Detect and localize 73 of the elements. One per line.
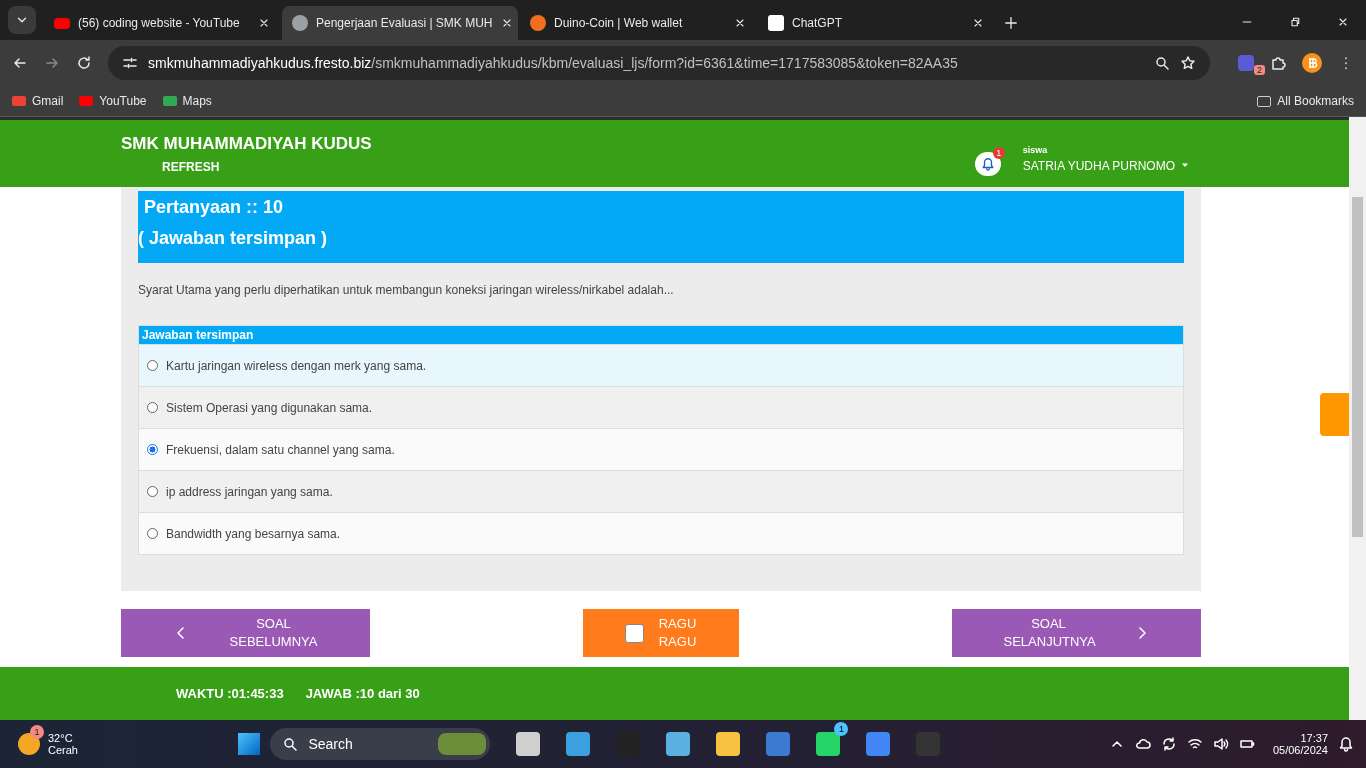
question-text: Syarat Utama yang perlu diperhatikan untuk membangun koneksi jaringan wireless/nirkabel adalah... bbox=[138, 283, 675, 297]
radio-button[interactable] bbox=[147, 444, 158, 455]
question-title: Pertanyaan :: 10 bbox=[144, 197, 285, 218]
scrollbar-thumb[interactable] bbox=[1352, 197, 1363, 537]
weather-condition: Cerah bbox=[48, 744, 78, 756]
bookmark[interactable]: YouTube bbox=[79, 94, 147, 108]
star-icon[interactable] bbox=[1180, 55, 1196, 71]
browser-tab[interactable]: ChatGPT bbox=[758, 6, 994, 40]
option-text: Bandwidth yang besarnya sama. bbox=[166, 526, 341, 541]
school-name: SMK MUHAMMADIYAH KUDUS bbox=[121, 133, 372, 154]
doubt-checkbox[interactable] bbox=[624, 623, 644, 643]
option-text: Kartu jaringan wireless dengan merk yang sama. bbox=[166, 358, 427, 373]
next-question-button[interactable]: SOAL SELANJUTNYA bbox=[952, 609, 1201, 657]
address-bar[interactable]: smkmuhammadiyahkudus.fresto.biz/smkmuhammadiyahkudus/kbm/evaluasi_ljs/form?id=6361&time=1717583085&token=82AA35 bbox=[108, 46, 1210, 80]
tab-title: ChatGPT bbox=[792, 16, 843, 30]
previous-question-button[interactable]: SOAL SEBELUMNYA bbox=[121, 609, 370, 657]
radio-button[interactable] bbox=[147, 360, 158, 371]
reload-icon[interactable] bbox=[76, 55, 92, 71]
bookmark[interactable]: Maps bbox=[162, 94, 212, 108]
radio-button[interactable] bbox=[147, 486, 158, 497]
radio-button[interactable] bbox=[147, 528, 158, 539]
bookmark[interactable]: Gmail bbox=[12, 94, 64, 108]
temperature: 32°C bbox=[48, 732, 74, 744]
bell-icon bbox=[980, 156, 995, 171]
browser-tab[interactable]: Duino-Coin | Web wallet bbox=[520, 6, 756, 40]
close-icon[interactable] bbox=[972, 17, 984, 29]
saved-status: ( Jawaban tersimpan ) bbox=[138, 228, 329, 249]
answer-option[interactable]: ip address jaringan yang sama. bbox=[139, 470, 1183, 512]
tab-title: (56) coding website - YouTube bbox=[78, 16, 241, 30]
option-text: ip address jaringan yang sama. bbox=[166, 484, 333, 499]
whatsapp-badge: 1 bbox=[834, 722, 849, 736]
sync-icon[interactable] bbox=[1160, 736, 1177, 752]
url-text: smkmuhammadiyahkudus.fresto.biz/smkmuhammadiyahkudus/kbm/evaluasi_ljs/form?id=6361&time=1717583085&token=82AA35 bbox=[148, 55, 958, 71]
close-icon[interactable] bbox=[258, 17, 270, 29]
notification-badge: 1 bbox=[992, 146, 1005, 159]
taskbar-search[interactable]: Search bbox=[270, 728, 491, 760]
radio-button[interactable] bbox=[147, 402, 158, 413]
clock-time: 17:37 bbox=[1300, 732, 1328, 744]
option-text: Frekuensi, dalam satu channel yang sama. bbox=[166, 442, 395, 457]
answer-option[interactable]: Kartu jaringan wireless dengan merk yang sama. bbox=[139, 344, 1183, 386]
tab-search-button[interactable] bbox=[8, 6, 36, 34]
puzzle-icon[interactable] bbox=[1270, 55, 1286, 71]
option-text: Sistem Operasi yang digunakan sama. bbox=[166, 400, 373, 415]
browser-tab[interactable]: Pengerjaan Evaluasi | SMK MUH bbox=[282, 6, 518, 40]
answer-header: Jawaban tersimpan bbox=[139, 326, 1183, 344]
tab-title: Pengerjaan Evaluasi | SMK MUH bbox=[316, 16, 493, 30]
close-icon[interactable] bbox=[1337, 16, 1349, 28]
forward-icon[interactable] bbox=[44, 55, 60, 71]
answer-option[interactable]: Frekuensi, dalam satu channel yang sama. bbox=[139, 428, 1183, 470]
browser-tab[interactable]: (56) coding website - YouTube bbox=[44, 6, 280, 40]
answer-option[interactable]: Bandwidth yang besarnya sama. bbox=[139, 512, 1183, 554]
search-icon bbox=[282, 736, 299, 752]
back-icon[interactable] bbox=[12, 55, 28, 71]
close-icon[interactable] bbox=[734, 17, 746, 29]
speaker-icon[interactable] bbox=[1212, 736, 1229, 752]
answer-option[interactable]: Sistem Operasi yang digunakan sama. bbox=[139, 386, 1183, 428]
weather-badge: 1 bbox=[30, 725, 44, 739]
answered-count: JAWAB :10 dari 30 bbox=[305, 686, 420, 701]
user-role: siswa bbox=[1022, 144, 1049, 155]
notification-bell-icon[interactable] bbox=[1338, 736, 1354, 752]
caret-icon[interactable] bbox=[1181, 161, 1189, 168]
zoom-icon[interactable] bbox=[1154, 55, 1170, 71]
restore-icon[interactable] bbox=[1289, 16, 1301, 28]
weather-icon[interactable] bbox=[18, 733, 40, 755]
cloud-icon[interactable] bbox=[1134, 736, 1151, 752]
all-bookmarks[interactable]: All Bookmarks bbox=[1257, 94, 1354, 108]
clock-date: 05/06/2024 bbox=[1272, 744, 1328, 756]
new-tab-icon[interactable] bbox=[1004, 16, 1018, 30]
time-remaining: WAKTU :01:45:33 bbox=[176, 686, 284, 701]
notification-button[interactable] bbox=[974, 151, 1001, 176]
tab-title: Duino-Coin | Web wallet bbox=[554, 16, 684, 30]
site-settings-icon[interactable] bbox=[122, 55, 138, 71]
extension-badge: 2 bbox=[1254, 65, 1265, 75]
